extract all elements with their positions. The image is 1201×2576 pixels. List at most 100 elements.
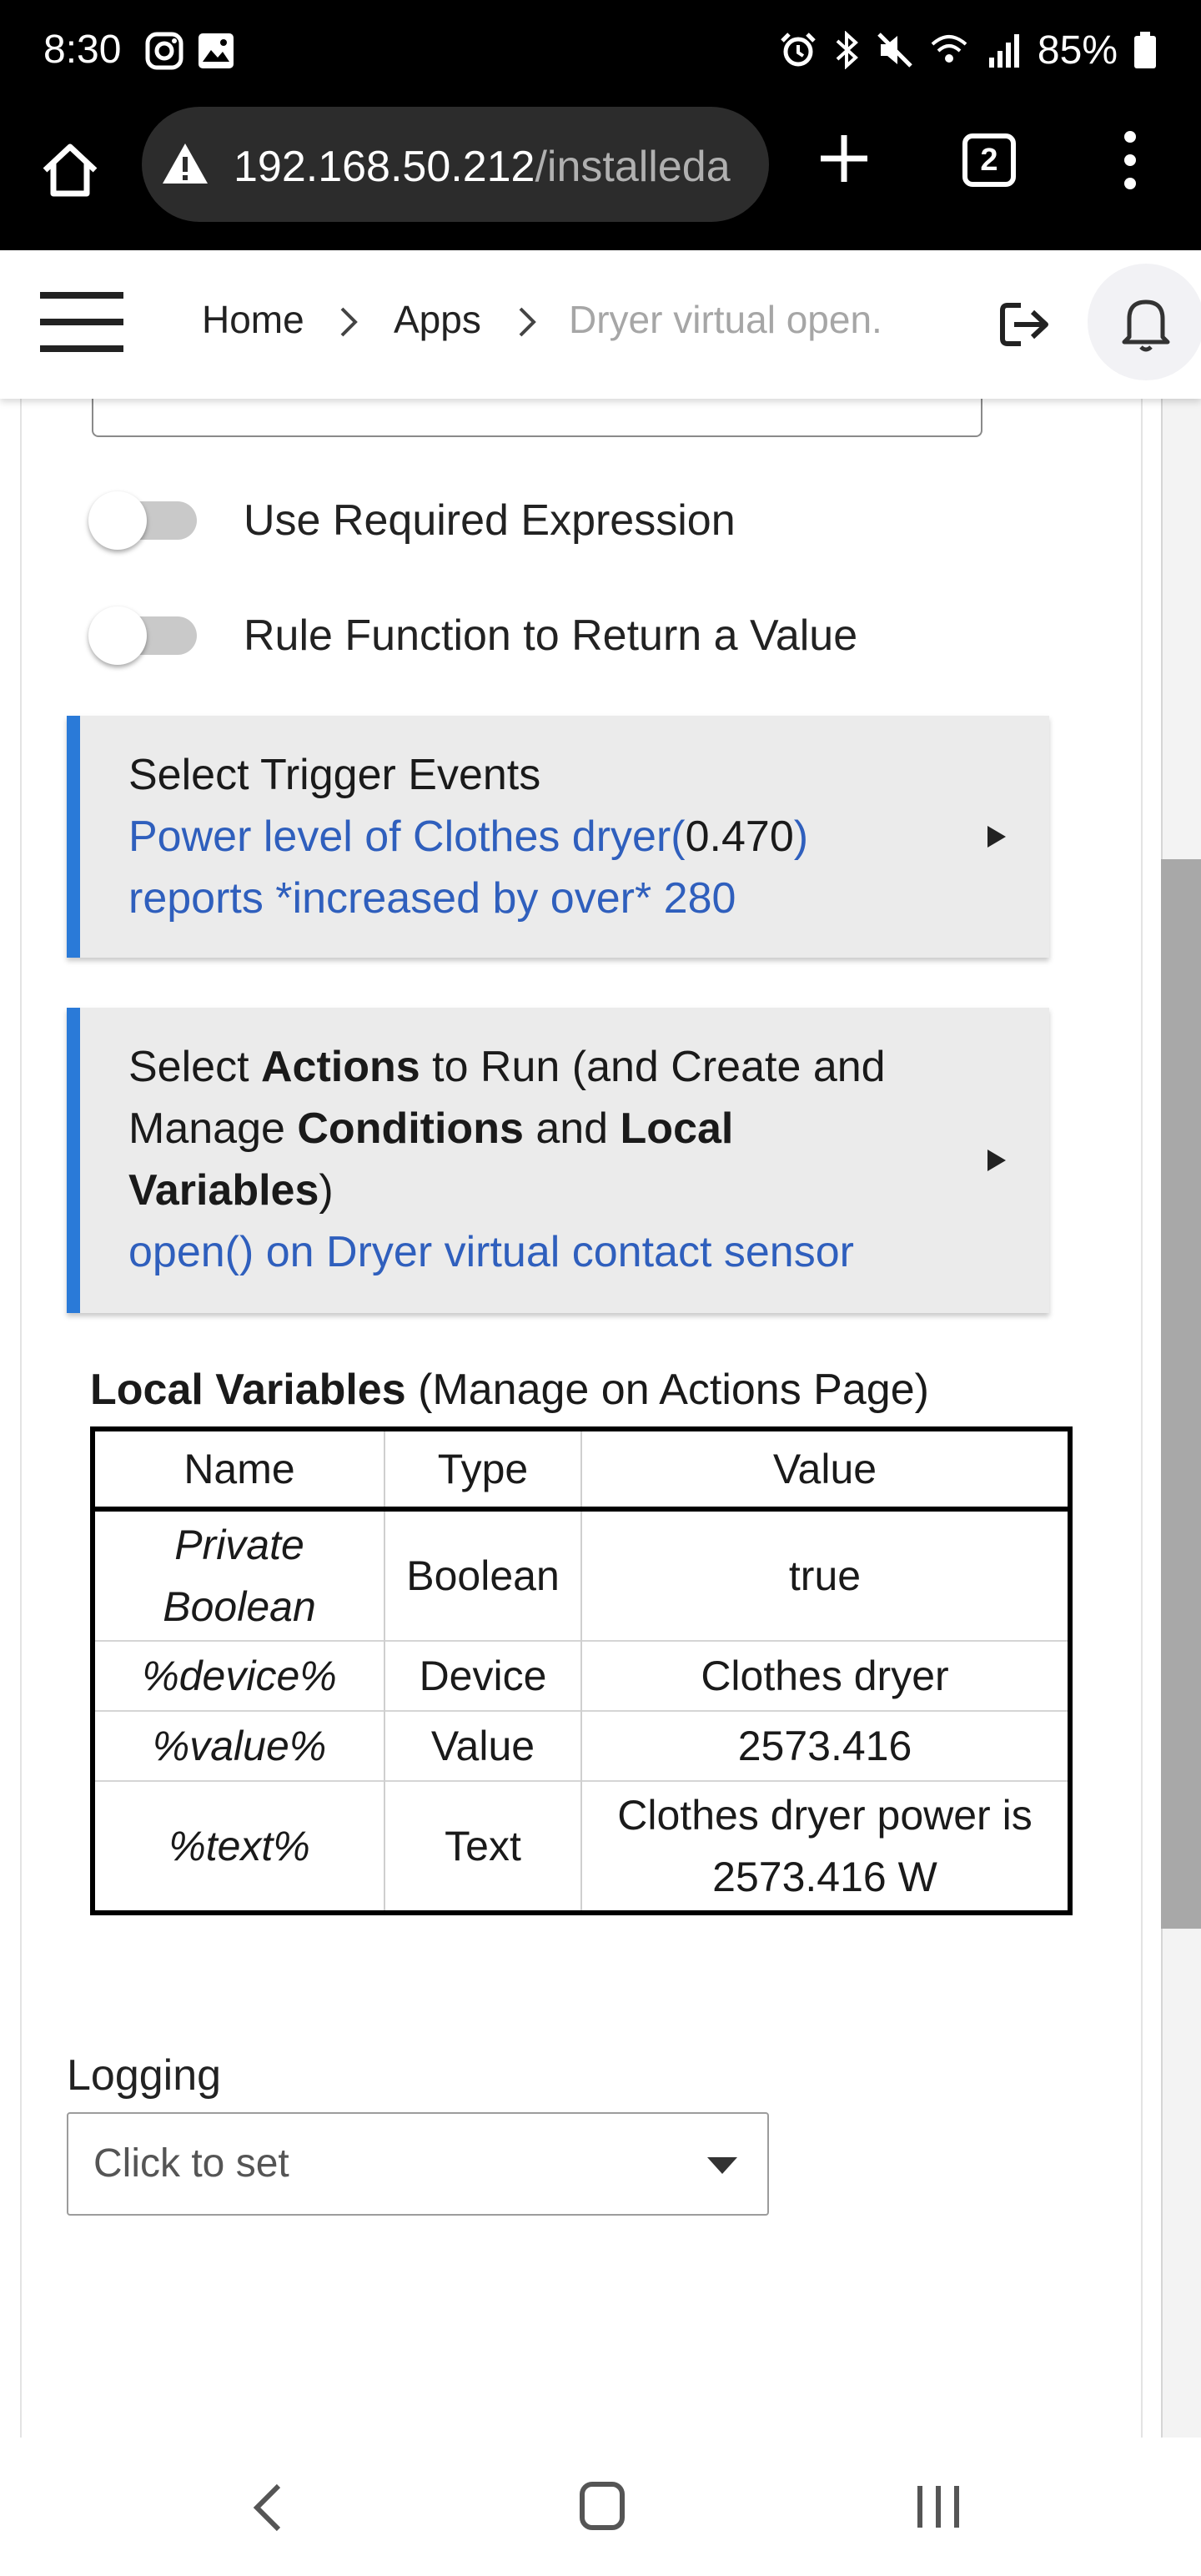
browser-home-icon[interactable] (37, 137, 103, 204)
variable-type: Device (384, 1640, 582, 1711)
actions-t7: Local (620, 1104, 734, 1153)
actions-t6: and (523, 1104, 621, 1153)
toggle-label: Use Required Expression (244, 496, 736, 545)
tab-switcher-button[interactable]: 2 (962, 133, 1016, 187)
logging-label: Logging (67, 2051, 222, 2100)
column-header-name: Name (93, 1429, 385, 1512)
section-title: Select Trigger Events (128, 751, 541, 799)
table-row: %device% Device Clothes dryer (93, 1640, 1070, 1711)
variable-type: Value (384, 1710, 582, 1781)
expand-arrow-icon (987, 826, 1006, 848)
toggle-switch[interactable] (88, 606, 197, 665)
breadcrumb-current: Dryer virtual open. (569, 298, 882, 341)
variable-type: Boolean (384, 1508, 582, 1641)
local-variables-title: Local Variables (Manage on Actions Page) (90, 1365, 929, 1415)
variable-name: Private Boolean (93, 1508, 385, 1641)
breadcrumb-home[interactable]: Home (202, 297, 304, 342)
column-header-type: Type (384, 1429, 582, 1512)
local-variables-table: Name Type Value Private Boolean Boolean t… (90, 1426, 1073, 1915)
variable-name: %device% (93, 1640, 385, 1711)
signal-icon (988, 34, 1019, 68)
local-variables-heading: Local Variables (90, 1366, 406, 1414)
actions-description: open() on Dryer virtual contact sensor (128, 1228, 854, 1276)
variable-name: %value% (93, 1710, 385, 1781)
variable-value-line2: 2573.416 W (712, 1854, 937, 1900)
caret-down-icon (707, 2157, 737, 2174)
logging-value: Click to set (93, 2141, 289, 2186)
hamburger-menu-icon[interactable] (40, 289, 123, 355)
actions-title-line2: Manage Conditions and Local (128, 1098, 886, 1160)
recent-apps-icon[interactable] (914, 2484, 962, 2529)
table-row: %text% Text Clothes dryer power is 2573.4… (93, 1780, 1070, 1913)
actions-t3: to Run (and Create and (420, 1043, 886, 1091)
url-text: 192.168.50.212/installeda (234, 142, 731, 192)
actions-t8: Variables (128, 1166, 319, 1215)
trigger-power-value: 0.470 (685, 813, 794, 861)
variable-name-line2: Boolean (163, 1583, 316, 1630)
variable-value: 2573.416 (581, 1710, 1070, 1781)
gallery-icon (198, 33, 234, 68)
trigger-description-line2: reports *increased by over* 280 (128, 874, 736, 923)
toggle-knob (88, 606, 147, 665)
scrollbar-thumb[interactable] (1161, 859, 1201, 1929)
status-time: 8:30 (43, 28, 122, 72)
actions-section[interactable]: Select Actions to Run (and Create and Ma… (67, 1008, 1049, 1313)
actions-title-line3: Variables) (128, 1160, 886, 1221)
bluetooth-icon (836, 31, 858, 69)
mute-icon (877, 33, 912, 68)
text-input-partial[interactable] (92, 392, 982, 437)
table-header-row: Name Type Value (93, 1429, 1070, 1512)
chevron-right-icon (519, 307, 536, 337)
table-row: Private Boolean Boolean true (93, 1508, 1070, 1641)
warning-icon (163, 143, 208, 184)
toggle-knob (88, 491, 147, 550)
toggle-use-required-expression[interactable]: Use Required Expression (88, 487, 736, 554)
browser-toolbar: 192.168.50.212/installeda 2 (0, 103, 1201, 250)
variable-value: Clothes dryer (581, 1640, 1070, 1711)
url-path: /installeda (535, 143, 731, 191)
trigger-description: Power level of Clothes dryer(0.470) (128, 806, 808, 868)
overflow-menu-icon[interactable] (1109, 128, 1151, 192)
actions-t1: Select (128, 1043, 261, 1091)
variable-type: Text (384, 1780, 582, 1913)
app-header: Home Apps Dryer virtual open. (0, 250, 1201, 399)
actions-t2: Actions (260, 1043, 420, 1091)
actions-text: Select Actions to Run (and Create and Ma… (128, 1036, 886, 1283)
table-row: %value% Value 2573.416 (93, 1710, 1070, 1781)
url-host: 192.168.50.212 (234, 143, 535, 191)
chevron-right-icon (340, 307, 358, 337)
instagram-icon (145, 32, 183, 70)
bell-icon (1122, 299, 1170, 352)
trigger-events-text: Select Trigger Events Power level of Clo… (128, 744, 808, 929)
logging-select[interactable]: Click to set (67, 2112, 769, 2216)
variable-name: %text% (93, 1780, 385, 1913)
expand-arrow-icon (987, 1150, 1006, 1171)
column-header-value: Value (581, 1429, 1070, 1512)
actions-t9: ) (319, 1166, 334, 1215)
local-variables-subtitle: (Manage on Actions Page) (405, 1366, 929, 1414)
back-icon[interactable] (247, 2481, 289, 2534)
trigger-events-section[interactable]: Select Trigger Events Power level of Clo… (67, 716, 1049, 958)
variable-value: Clothes dryer power is 2573.416 W (581, 1780, 1070, 1913)
status-bar: 8:30 85% (0, 0, 1201, 103)
system-nav-bar (0, 2438, 1201, 2576)
trigger-desc-text: Power level of Clothes dryer( (128, 813, 686, 861)
breadcrumb-apps[interactable]: Apps (394, 297, 481, 342)
toggle-label: Rule Function to Return a Value (244, 611, 858, 660)
alarm-icon (781, 33, 816, 67)
status-indicators: 85% (779, 23, 1158, 77)
variable-name-line1: Private (174, 1522, 304, 1568)
actions-t4: Manage (128, 1104, 298, 1153)
wifi-icon (931, 35, 967, 63)
toggle-switch[interactable] (88, 491, 197, 550)
variable-value-line1: Clothes dryer power is (617, 1792, 1033, 1839)
battery-icon (1134, 32, 1156, 68)
home-icon[interactable] (579, 2481, 626, 2531)
variable-value: true (581, 1508, 1070, 1641)
trigger-desc-close: ) (793, 813, 809, 861)
logout-icon[interactable] (996, 295, 1054, 354)
notifications-button[interactable] (1088, 264, 1201, 380)
url-field[interactable]: 192.168.50.212/installeda (142, 107, 769, 222)
new-tab-plus-icon[interactable] (814, 128, 874, 189)
toggle-rule-function[interactable]: Rule Function to Return a Value (88, 602, 858, 669)
